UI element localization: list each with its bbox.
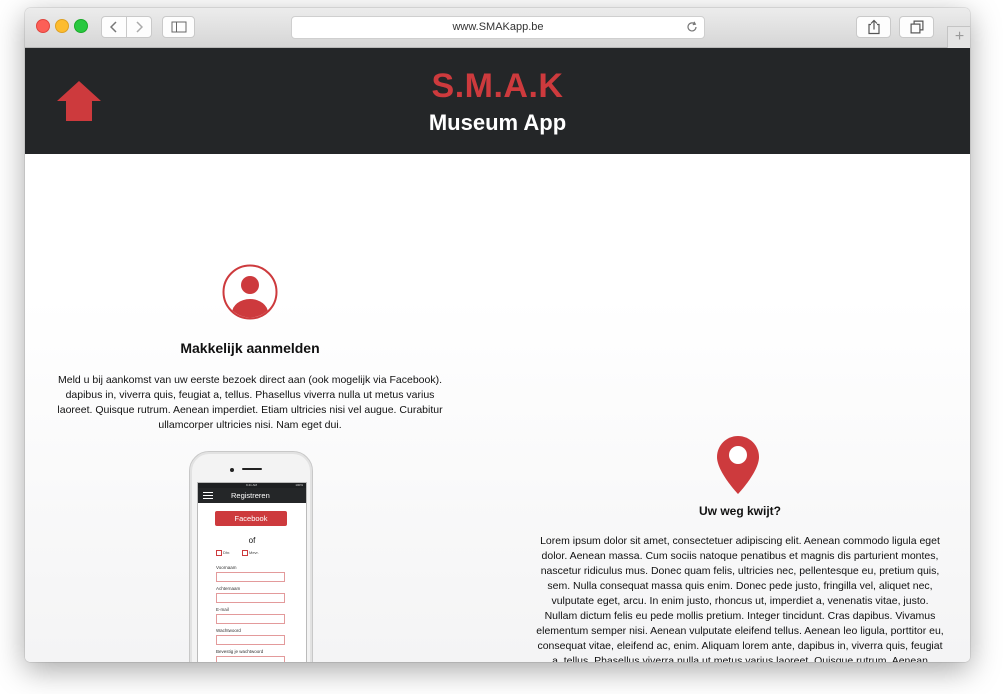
address-bar[interactable]: www.SMAKapp.be [291, 16, 705, 39]
form-input [216, 656, 285, 662]
site-header: S.M.A.K Museum App [25, 48, 970, 154]
phone-speaker [242, 468, 262, 470]
phone-mockup: 9:41 AM 100% Registreren Facebook of Dhr… [189, 451, 313, 662]
form-input [216, 593, 285, 603]
field-label: Achternaam [216, 586, 241, 591]
field-label: Voornaam [216, 565, 237, 570]
gender-option: Dhr. [216, 550, 230, 556]
browser-toolbar: www.SMAKapp.be + [25, 8, 970, 48]
page-content: S.M.A.K Museum App Makkelijk aanmelden M… [25, 48, 970, 662]
reload-button[interactable] [686, 20, 698, 41]
forward-button[interactable] [126, 16, 152, 38]
site-brand: S.M.A.K [431, 67, 564, 105]
share-button[interactable] [856, 16, 891, 38]
new-tab-button[interactable]: + [947, 26, 970, 48]
feature-location-title: Uw weg kwijt? [698, 504, 781, 518]
field-label: Wachtwoord [216, 628, 241, 633]
feature-login-title: Makkelijk aanmelden [180, 340, 320, 356]
phone-camera [230, 468, 234, 472]
field-label: Bevestig je wachtwoord [216, 649, 264, 654]
phone-status-time: 9:41 AM [246, 483, 258, 487]
zoom-window-button[interactable] [74, 19, 88, 33]
sidebar-icon [171, 21, 186, 33]
or-label: of [248, 536, 256, 545]
chevron-right-icon [136, 21, 143, 33]
location-pin-icon [717, 436, 759, 499]
feature-location-text: Lorem ipsum dolor sit amet, consectetuer… [536, 535, 944, 662]
back-button[interactable] [101, 16, 127, 38]
browser-window: www.SMAKapp.be + S.M.A.K Museum App Makk… [25, 8, 970, 662]
close-window-button[interactable] [36, 19, 50, 33]
phone-app-title: Registreren [231, 491, 270, 500]
sidebar-toggle-button[interactable] [162, 16, 195, 38]
form-input [216, 614, 285, 624]
field-label: E-mail [216, 607, 229, 612]
share-icon [867, 19, 880, 35]
form-input [216, 572, 285, 582]
form-input [216, 635, 285, 645]
show-tabs-button[interactable] [899, 16, 934, 38]
chevron-left-icon [110, 21, 117, 33]
user-icon [222, 264, 278, 325]
site-subtitle: Museum App [428, 110, 567, 135]
phone-app-bar: Registreren [198, 488, 306, 503]
feature-login-text: Meld u bij aankomst van uw eerste bezoek… [57, 374, 443, 431]
phone-status-battery: 100% [295, 483, 303, 487]
hamburger-menu-icon [203, 492, 213, 499]
url-text: www.SMAKapp.be [452, 21, 544, 33]
tabs-icon [910, 20, 923, 34]
minimize-window-button[interactable] [55, 19, 69, 33]
phone-screen: 9:41 AM 100% Registreren Facebook of Dhr… [197, 482, 307, 662]
facebook-button: Facebook [215, 511, 287, 526]
reload-icon [687, 21, 697, 32]
gender-option: Mevr. [242, 550, 259, 556]
